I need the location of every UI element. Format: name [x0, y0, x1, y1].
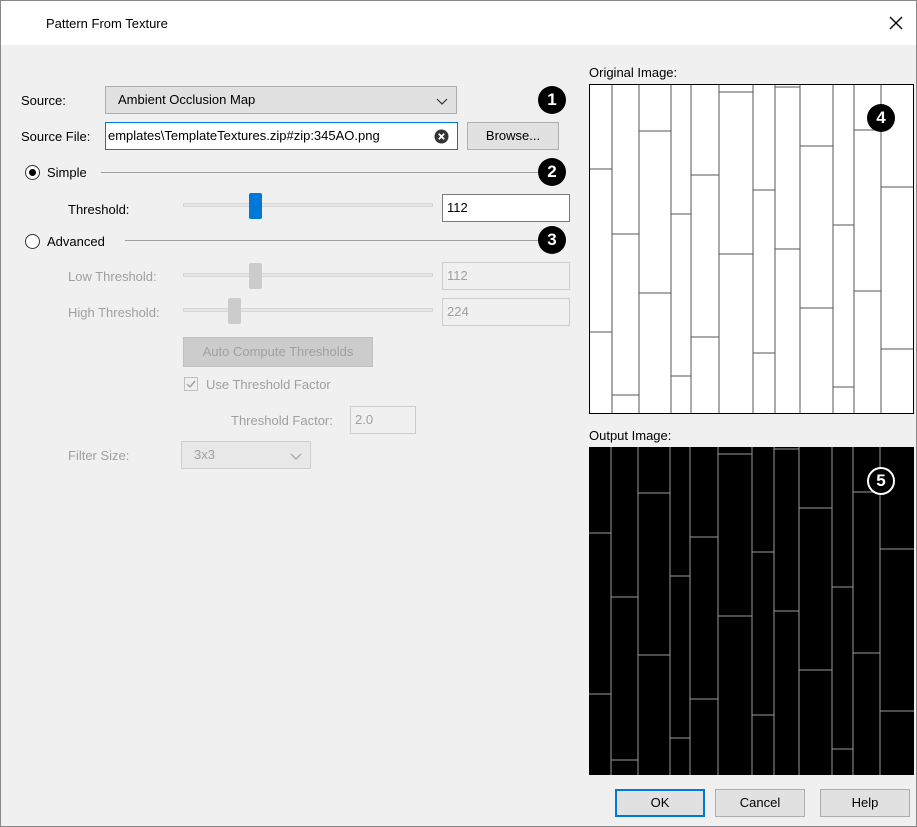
high-threshold-value: 224	[447, 304, 469, 319]
threshold-slider-thumb[interactable]	[249, 193, 262, 219]
checkmark-icon	[186, 380, 196, 389]
low-threshold-slider-track[interactable]	[183, 273, 433, 277]
source-label: Source:	[21, 93, 66, 108]
close-icon	[889, 16, 903, 30]
chevron-down-icon	[290, 453, 302, 460]
auto-compute-thresholds-button[interactable]: Auto Compute Thresholds	[183, 337, 373, 367]
threshold-label: Threshold:	[68, 202, 130, 217]
low-threshold-input[interactable]: 112	[442, 262, 570, 290]
threshold-slider-track[interactable]	[183, 203, 433, 207]
callout-5: 5	[867, 467, 895, 495]
original-image-label: Original Image:	[589, 65, 678, 80]
low-threshold-value: 112	[447, 268, 468, 283]
simple-group-divider	[101, 172, 539, 173]
output-image-preview	[589, 447, 914, 775]
filter-size-label: Filter Size:	[68, 448, 130, 463]
source-file-value: emplates\TemplateTextures.zip#zip:345AO.…	[108, 128, 380, 143]
low-threshold-label: Low Threshold:	[68, 269, 157, 284]
high-threshold-input[interactable]: 224	[442, 298, 570, 326]
threshold-value: 112	[447, 200, 468, 215]
callout-3: 3	[538, 226, 566, 254]
title-bar: Pattern From Texture	[1, 1, 916, 45]
advanced-radio[interactable]	[25, 234, 40, 249]
callout-1: 1	[538, 86, 566, 114]
source-file-label: Source File:	[21, 129, 91, 144]
source-value: Ambient Occlusion Map	[118, 92, 256, 107]
clear-icon[interactable]	[434, 129, 449, 144]
filter-size-value: 3x3	[194, 447, 215, 462]
output-image-label: Output Image:	[589, 428, 672, 443]
original-plank-pattern	[590, 85, 913, 413]
use-threshold-factor-checkbox[interactable]	[184, 377, 198, 391]
dialog-title: Pattern From Texture	[46, 16, 168, 31]
simple-radio[interactable]	[25, 165, 40, 180]
help-button[interactable]: Help	[820, 789, 910, 817]
output-plank-pattern	[589, 447, 914, 775]
use-threshold-factor-label[interactable]: Use Threshold Factor	[206, 377, 331, 392]
high-threshold-label: High Threshold:	[68, 305, 160, 320]
callout-2: 2	[538, 158, 566, 186]
browse-button[interactable]: Browse...	[467, 122, 559, 150]
pattern-from-texture-dialog: Pattern From Texture Source: Ambient Occ…	[0, 0, 917, 827]
source-dropdown[interactable]: Ambient Occlusion Map	[105, 86, 457, 114]
chevron-down-icon	[436, 98, 448, 105]
close-button[interactable]	[884, 11, 908, 35]
filter-size-dropdown[interactable]: 3x3	[181, 441, 311, 469]
simple-label[interactable]: Simple	[47, 165, 87, 180]
low-threshold-slider-thumb[interactable]	[249, 263, 262, 289]
callout-4: 4	[867, 104, 895, 132]
high-threshold-slider-thumb[interactable]	[228, 298, 241, 324]
ok-button[interactable]: OK	[615, 789, 705, 817]
high-threshold-slider-track[interactable]	[183, 308, 433, 312]
source-file-input[interactable]: emplates\TemplateTextures.zip#zip:345AO.…	[105, 122, 458, 150]
advanced-group-divider	[125, 240, 539, 241]
threshold-input[interactable]: 112	[442, 194, 570, 222]
threshold-factor-value: 2.0	[355, 412, 374, 427]
cancel-button[interactable]: Cancel	[715, 789, 805, 817]
advanced-label[interactable]: Advanced	[47, 234, 105, 249]
threshold-factor-label: Threshold Factor:	[231, 413, 333, 428]
original-image-preview	[589, 84, 914, 414]
threshold-factor-input[interactable]: 2.0	[350, 406, 416, 434]
